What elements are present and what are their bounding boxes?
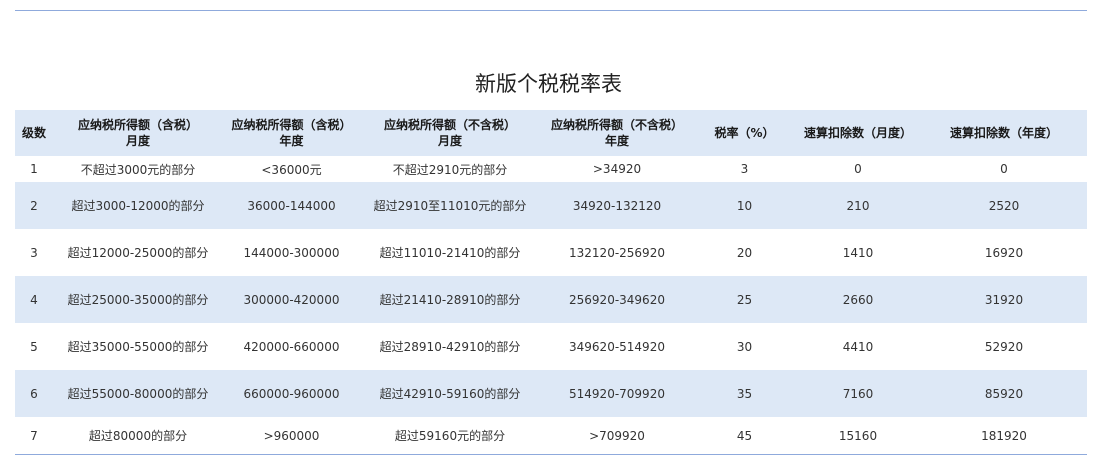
cell-taxable-excl-monthly: 超过21410-28910的部分: [379, 293, 521, 307]
cell-level: 4: [30, 292, 38, 307]
cell-level: 2: [30, 198, 38, 213]
table-row: 3 超过12000-25000的部分 144000-300000 超过11010…: [15, 229, 1087, 276]
page-title: 新版个税税率表: [475, 72, 622, 97]
cell-quick-deduction-annual: 0: [1000, 162, 1008, 176]
cell-taxable-incl-monthly: 超过80000的部分: [88, 429, 188, 443]
cell-tax-rate: 35: [736, 386, 753, 401]
cell-taxable-incl-monthly: 超过3000-12000的部分: [71, 199, 205, 213]
cell-taxable-incl-annual: 300000-420000: [243, 292, 340, 307]
cell-taxable-incl-annual: <36000元: [261, 162, 322, 177]
cell-tax-rate: 45: [736, 428, 753, 443]
cell-taxable-excl-monthly: 超过28910-42910的部分: [379, 340, 521, 354]
cell-taxable-incl-annual: 420000-660000: [243, 339, 340, 354]
cell-taxable-excl-annual: 349620-514920: [569, 339, 665, 354]
cell-quick-deduction-annual: 85920: [984, 386, 1024, 401]
cell-taxable-excl-monthly: 超过59160元的部分: [394, 429, 506, 443]
cell-level: 1: [30, 162, 38, 176]
table-row: 5 超过35000-55000的部分 420000-660000 超过28910…: [15, 323, 1087, 370]
cell-taxable-excl-monthly: 超过11010-21410的部分: [379, 246, 521, 260]
table-row: 4 超过25000-35000的部分 300000-420000 超过21410…: [15, 276, 1087, 323]
cell-taxable-incl-monthly: 不超过3000元的部分: [80, 162, 196, 177]
cell-tax-rate: 30: [736, 339, 753, 354]
cell-level: 5: [30, 339, 38, 354]
cell-taxable-excl-monthly: 超过2910至11010元的部分: [373, 199, 527, 213]
cell-quick-deduction-monthly: 2660: [842, 292, 874, 307]
cell-taxable-incl-annual: 660000-960000: [243, 386, 340, 401]
cell-quick-deduction-annual: 181920: [981, 428, 1027, 443]
table-header-row: 级数 应纳税所得额（含税） 月度 应纳税所得额（含税） 年度 应纳税所得额（不含税）…: [15, 110, 1087, 156]
cell-quick-deduction-monthly: 1410: [842, 245, 874, 260]
cell-level: 7: [30, 428, 38, 443]
cell-quick-deduction-annual: 31920: [984, 292, 1024, 307]
cell-taxable-incl-annual: 144000-300000: [243, 245, 340, 260]
top-divider: [15, 10, 1087, 11]
cell-taxable-incl-annual: 36000-144000: [247, 198, 336, 213]
header-level: 级数: [21, 126, 46, 140]
cell-quick-deduction-monthly: 4410: [842, 339, 874, 354]
cell-taxable-excl-monthly: 不超过2910元的部分: [392, 162, 508, 177]
table-row: 2 超过3000-12000的部分 36000-144000 超过2910至11…: [15, 182, 1087, 229]
cell-tax-rate: 25: [736, 292, 753, 307]
header-quick-deduction-annual: 速算扣除数（年度）: [949, 126, 1058, 140]
cell-quick-deduction-monthly: 15160: [838, 428, 878, 443]
cell-taxable-incl-monthly: 超过12000-25000的部分: [67, 246, 209, 260]
tax-rate-table: 级数 应纳税所得额（含税） 月度 应纳税所得额（含税） 年度 应纳税所得额（不含税）…: [15, 110, 1087, 454]
cell-level: 6: [30, 386, 38, 401]
cell-taxable-incl-monthly: 超过25000-35000的部分: [67, 293, 209, 307]
cell-taxable-incl-annual: >960000: [263, 428, 320, 443]
cell-taxable-excl-annual: 132120-256920: [569, 245, 665, 260]
cell-taxable-excl-annual: 256920-349620: [569, 292, 665, 307]
table-row: 1 不超过3000元的部分 <36000元 不超过2910元的部分 >34920…: [15, 156, 1087, 182]
cell-quick-deduction-annual: 52920: [984, 339, 1024, 354]
cell-taxable-excl-annual: >34920: [592, 162, 642, 176]
cell-quick-deduction-annual: 2520: [988, 198, 1020, 213]
header-quick-deduction-monthly: 速算扣除数（月度）: [803, 126, 912, 140]
cell-taxable-incl-monthly: 超过35000-55000的部分: [67, 340, 209, 354]
bottom-divider: [15, 454, 1087, 455]
cell-taxable-incl-monthly: 超过55000-80000的部分: [67, 387, 209, 401]
cell-taxable-excl-annual: >709920: [589, 428, 645, 443]
table-row: 7 超过80000的部分 >960000 超过59160元的部分 >709920…: [15, 417, 1087, 454]
header-taxable-incl-annual: 应纳税所得额（含税） 年度: [231, 118, 352, 148]
header-tax-rate: 税率（%）: [714, 126, 775, 140]
cell-tax-rate: 10: [736, 198, 753, 213]
table-row: 6 超过55000-80000的部分 660000-960000 超过42910…: [15, 370, 1087, 417]
cell-taxable-excl-annual: 514920-709920: [569, 386, 665, 401]
header-taxable-excl-annual: 应纳税所得额（不含税） 年度: [550, 118, 683, 148]
cell-tax-rate: 3: [740, 162, 749, 176]
header-taxable-excl-monthly: 应纳税所得额（不含税） 月度: [383, 118, 516, 148]
cell-quick-deduction-monthly: 210: [846, 198, 870, 213]
cell-quick-deduction-monthly: 0: [854, 162, 862, 176]
cell-taxable-excl-monthly: 超过42910-59160的部分: [379, 387, 521, 401]
cell-level: 3: [30, 245, 38, 260]
cell-quick-deduction-annual: 16920: [984, 245, 1024, 260]
cell-quick-deduction-monthly: 7160: [842, 386, 874, 401]
cell-tax-rate: 20: [736, 245, 753, 260]
cell-taxable-excl-annual: 34920-132120: [572, 198, 662, 213]
header-taxable-incl-monthly: 应纳税所得额（含税） 月度: [77, 118, 198, 148]
